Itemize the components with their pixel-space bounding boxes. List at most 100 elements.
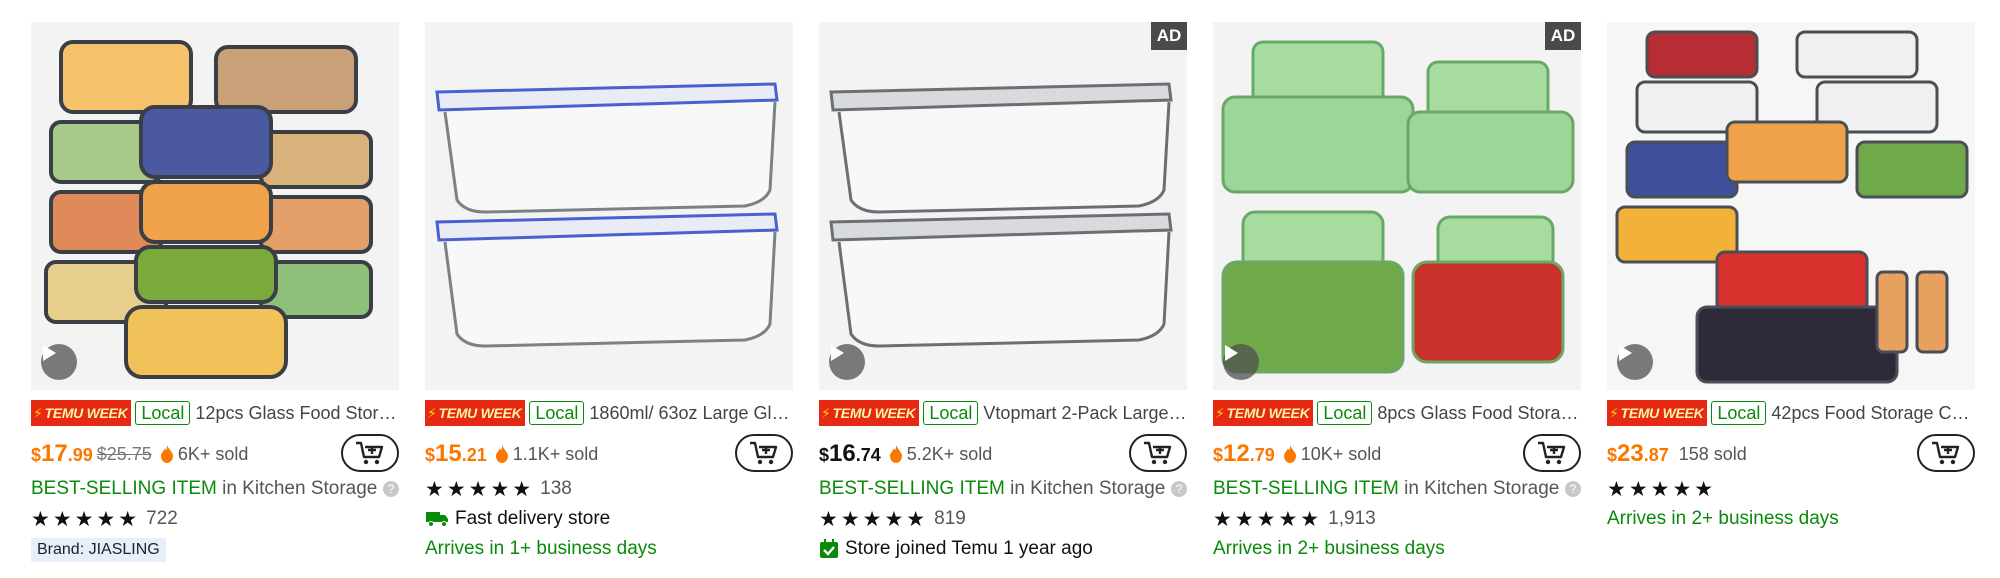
store-joined-text: Store joined Temu 1 year ago <box>845 538 1093 559</box>
flame-icon <box>1283 445 1296 463</box>
add-to-cart-button[interactable] <box>735 434 793 472</box>
rating-row: ★★★★★ <box>1607 474 1975 504</box>
rating-count: 722 <box>146 508 178 529</box>
arrival-row: Arrives in 2+ business days <box>1213 534 1581 564</box>
best-selling-category[interactable]: in Kitchen Storage <box>222 478 377 500</box>
rating-row: ★★★★★ 722 <box>31 504 399 534</box>
product-card[interactable]: ⚡TEMU WEEK Local 42pcs Food Storage Cont… <box>1607 22 1975 564</box>
add-to-cart-icon <box>1144 441 1172 465</box>
price: $16.74 <box>819 440 881 467</box>
product-title[interactable]: 8pcs Glass Food Storage Containers <box>1377 403 1581 424</box>
rating-row: ★★★★★ 138 <box>425 474 793 504</box>
product-image[interactable] <box>425 22 793 390</box>
play-icon <box>1619 345 1632 361</box>
fast-delivery-row: Fast delivery store <box>425 504 793 534</box>
rating-count: 138 <box>540 478 572 499</box>
best-selling-row: BEST-SELLING ITEM in Kitchen Storage ? <box>31 474 399 504</box>
best-selling-row: BEST-SELLING ITEM in Kitchen Storage ? <box>1213 474 1581 504</box>
local-badge: Local <box>1317 401 1373 425</box>
arrival-row: Arrives in 1+ business days <box>425 534 793 564</box>
original-price: $25.75 <box>96 443 152 464</box>
product-card[interactable]: AD ⚡ TEMU WEEK Local 8pcs Glass Food Stor… <box>1213 22 1581 564</box>
play-video-button[interactable] <box>41 344 77 380</box>
temu-week-badge: ⚡ TEMU WEEK <box>31 400 132 426</box>
title-row: ⚡ TEMU WEEK Local 8pcs Glass Food Storage… <box>1213 400 1581 426</box>
product-image[interactable] <box>31 22 399 390</box>
local-badge: Local <box>529 401 585 425</box>
product-image[interactable] <box>1607 22 1975 390</box>
product-title[interactable]: Vtopmart 2-Pack Large Glass Food Storage <box>983 403 1187 424</box>
rating-row: ★★★★★ 819 <box>819 504 1187 534</box>
add-to-cart-button[interactable] <box>1129 434 1187 472</box>
play-icon <box>831 345 844 361</box>
product-image[interactable]: AD <box>1213 22 1581 390</box>
best-selling-category[interactable]: in Kitchen Storage <box>1404 478 1559 500</box>
price-row: $15.21 1.1K+ sold <box>425 434 793 474</box>
price: $17.99 <box>31 440 93 467</box>
local-badge: Local <box>135 401 191 425</box>
calendar-check-icon <box>820 539 838 558</box>
info-icon[interactable]: ? <box>383 481 399 497</box>
sold-count: 1.1K+ sold <box>512 443 599 464</box>
best-selling-category[interactable]: in Kitchen Storage <box>1010 478 1165 500</box>
product-card[interactable]: ⚡ TEMU WEEK Local 1860ml/ 63oz Large Glas… <box>425 22 793 564</box>
best-selling-row: BEST-SELLING ITEM in Kitchen Storage ? <box>819 474 1187 504</box>
add-to-cart-icon <box>1538 441 1566 465</box>
product-card[interactable]: AD ⚡ TEMU WEEK Local Vtopmart 2-Pack Larg… <box>819 22 1187 564</box>
temu-week-badge: ⚡ TEMU WEEK <box>819 400 920 426</box>
price-row: $17.99 $25.75 6K+ sold <box>31 434 399 474</box>
rating-count: 819 <box>934 508 966 529</box>
truck-icon <box>426 512 448 527</box>
temu-week-badge: ⚡ TEMU WEEK <box>1213 400 1314 426</box>
arrival-row: Arrives in 2+ business days <box>1607 504 1975 534</box>
star-rating: ★★★★★ <box>1607 477 1717 501</box>
best-selling-label: BEST-SELLING ITEM <box>1213 478 1399 499</box>
product-title[interactable]: 1860ml/ 63oz Large Glass Food Storage Co… <box>589 403 793 424</box>
star-rating: ★★★★★ <box>31 507 141 531</box>
brand-tag[interactable]: Brand: JIASLING <box>31 538 166 562</box>
sold-count: 10K+ sold <box>1300 443 1382 464</box>
add-to-cart-button[interactable] <box>341 434 399 472</box>
play-video-button[interactable] <box>1617 344 1653 380</box>
arrival-text: Arrives in 2+ business days <box>1607 508 1839 529</box>
add-to-cart-button[interactable] <box>1523 434 1581 472</box>
product-grid: ⚡ TEMU WEEK Local 12pcs Glass Food Storag… <box>31 22 1975 564</box>
product-title[interactable]: 12pcs Glass Food Storage Containers with… <box>195 403 399 424</box>
rating-count: 1,913 <box>1328 508 1376 529</box>
store-joined-row: Store joined Temu 1 year ago <box>819 534 1187 564</box>
ad-badge: AD <box>1545 22 1581 50</box>
flame-icon <box>495 445 508 463</box>
add-to-cart-icon <box>356 441 384 465</box>
play-icon <box>1225 345 1238 361</box>
arrival-text: Arrives in 2+ business days <box>1213 538 1445 559</box>
title-row: ⚡ TEMU WEEK Local 12pcs Glass Food Storag… <box>31 400 399 426</box>
price-row: $23.87 158 sold <box>1607 434 1975 474</box>
play-icon <box>43 345 56 361</box>
sold-count: 5.2K+ sold <box>906 443 993 464</box>
rating-row: ★★★★★ 1,913 <box>1213 504 1581 534</box>
info-icon[interactable]: ? <box>1565 481 1581 497</box>
add-to-cart-icon <box>750 441 778 465</box>
product-card[interactable]: ⚡ TEMU WEEK Local 12pcs Glass Food Storag… <box>31 22 399 564</box>
price-row: $16.74 5.2K+ sold <box>819 434 1187 474</box>
price: $23.87 <box>1607 440 1669 467</box>
play-video-button[interactable] <box>829 344 865 380</box>
temu-week-badge: ⚡ TEMU WEEK <box>1607 400 1708 426</box>
arrival-text: Arrives in 1+ business days <box>425 538 657 559</box>
info-icon[interactable]: ? <box>1171 481 1187 497</box>
play-video-button[interactable] <box>1223 344 1259 380</box>
add-to-cart-icon <box>1932 441 1960 465</box>
fast-delivery-text: Fast delivery store <box>455 508 611 529</box>
title-row: ⚡ TEMU WEEK Local 1860ml/ 63oz Large Glas… <box>425 400 793 426</box>
add-to-cart-button[interactable] <box>1917 434 1975 472</box>
title-row: ⚡ TEMU WEEK Local Vtopmart 2-Pack Large G… <box>819 400 1187 426</box>
price: $15.21 <box>425 440 487 467</box>
star-rating: ★★★★★ <box>425 477 535 501</box>
local-badge: Local <box>1711 401 1767 425</box>
product-title[interactable]: 42pcs Food Storage Containers Set <box>1771 403 1975 424</box>
star-rating: ★★★★★ <box>1213 507 1323 531</box>
flame-icon <box>160 445 173 463</box>
sold-count: 158 sold <box>1678 443 1747 464</box>
star-rating: ★★★★★ <box>819 507 929 531</box>
product-image[interactable]: AD <box>819 22 1187 390</box>
